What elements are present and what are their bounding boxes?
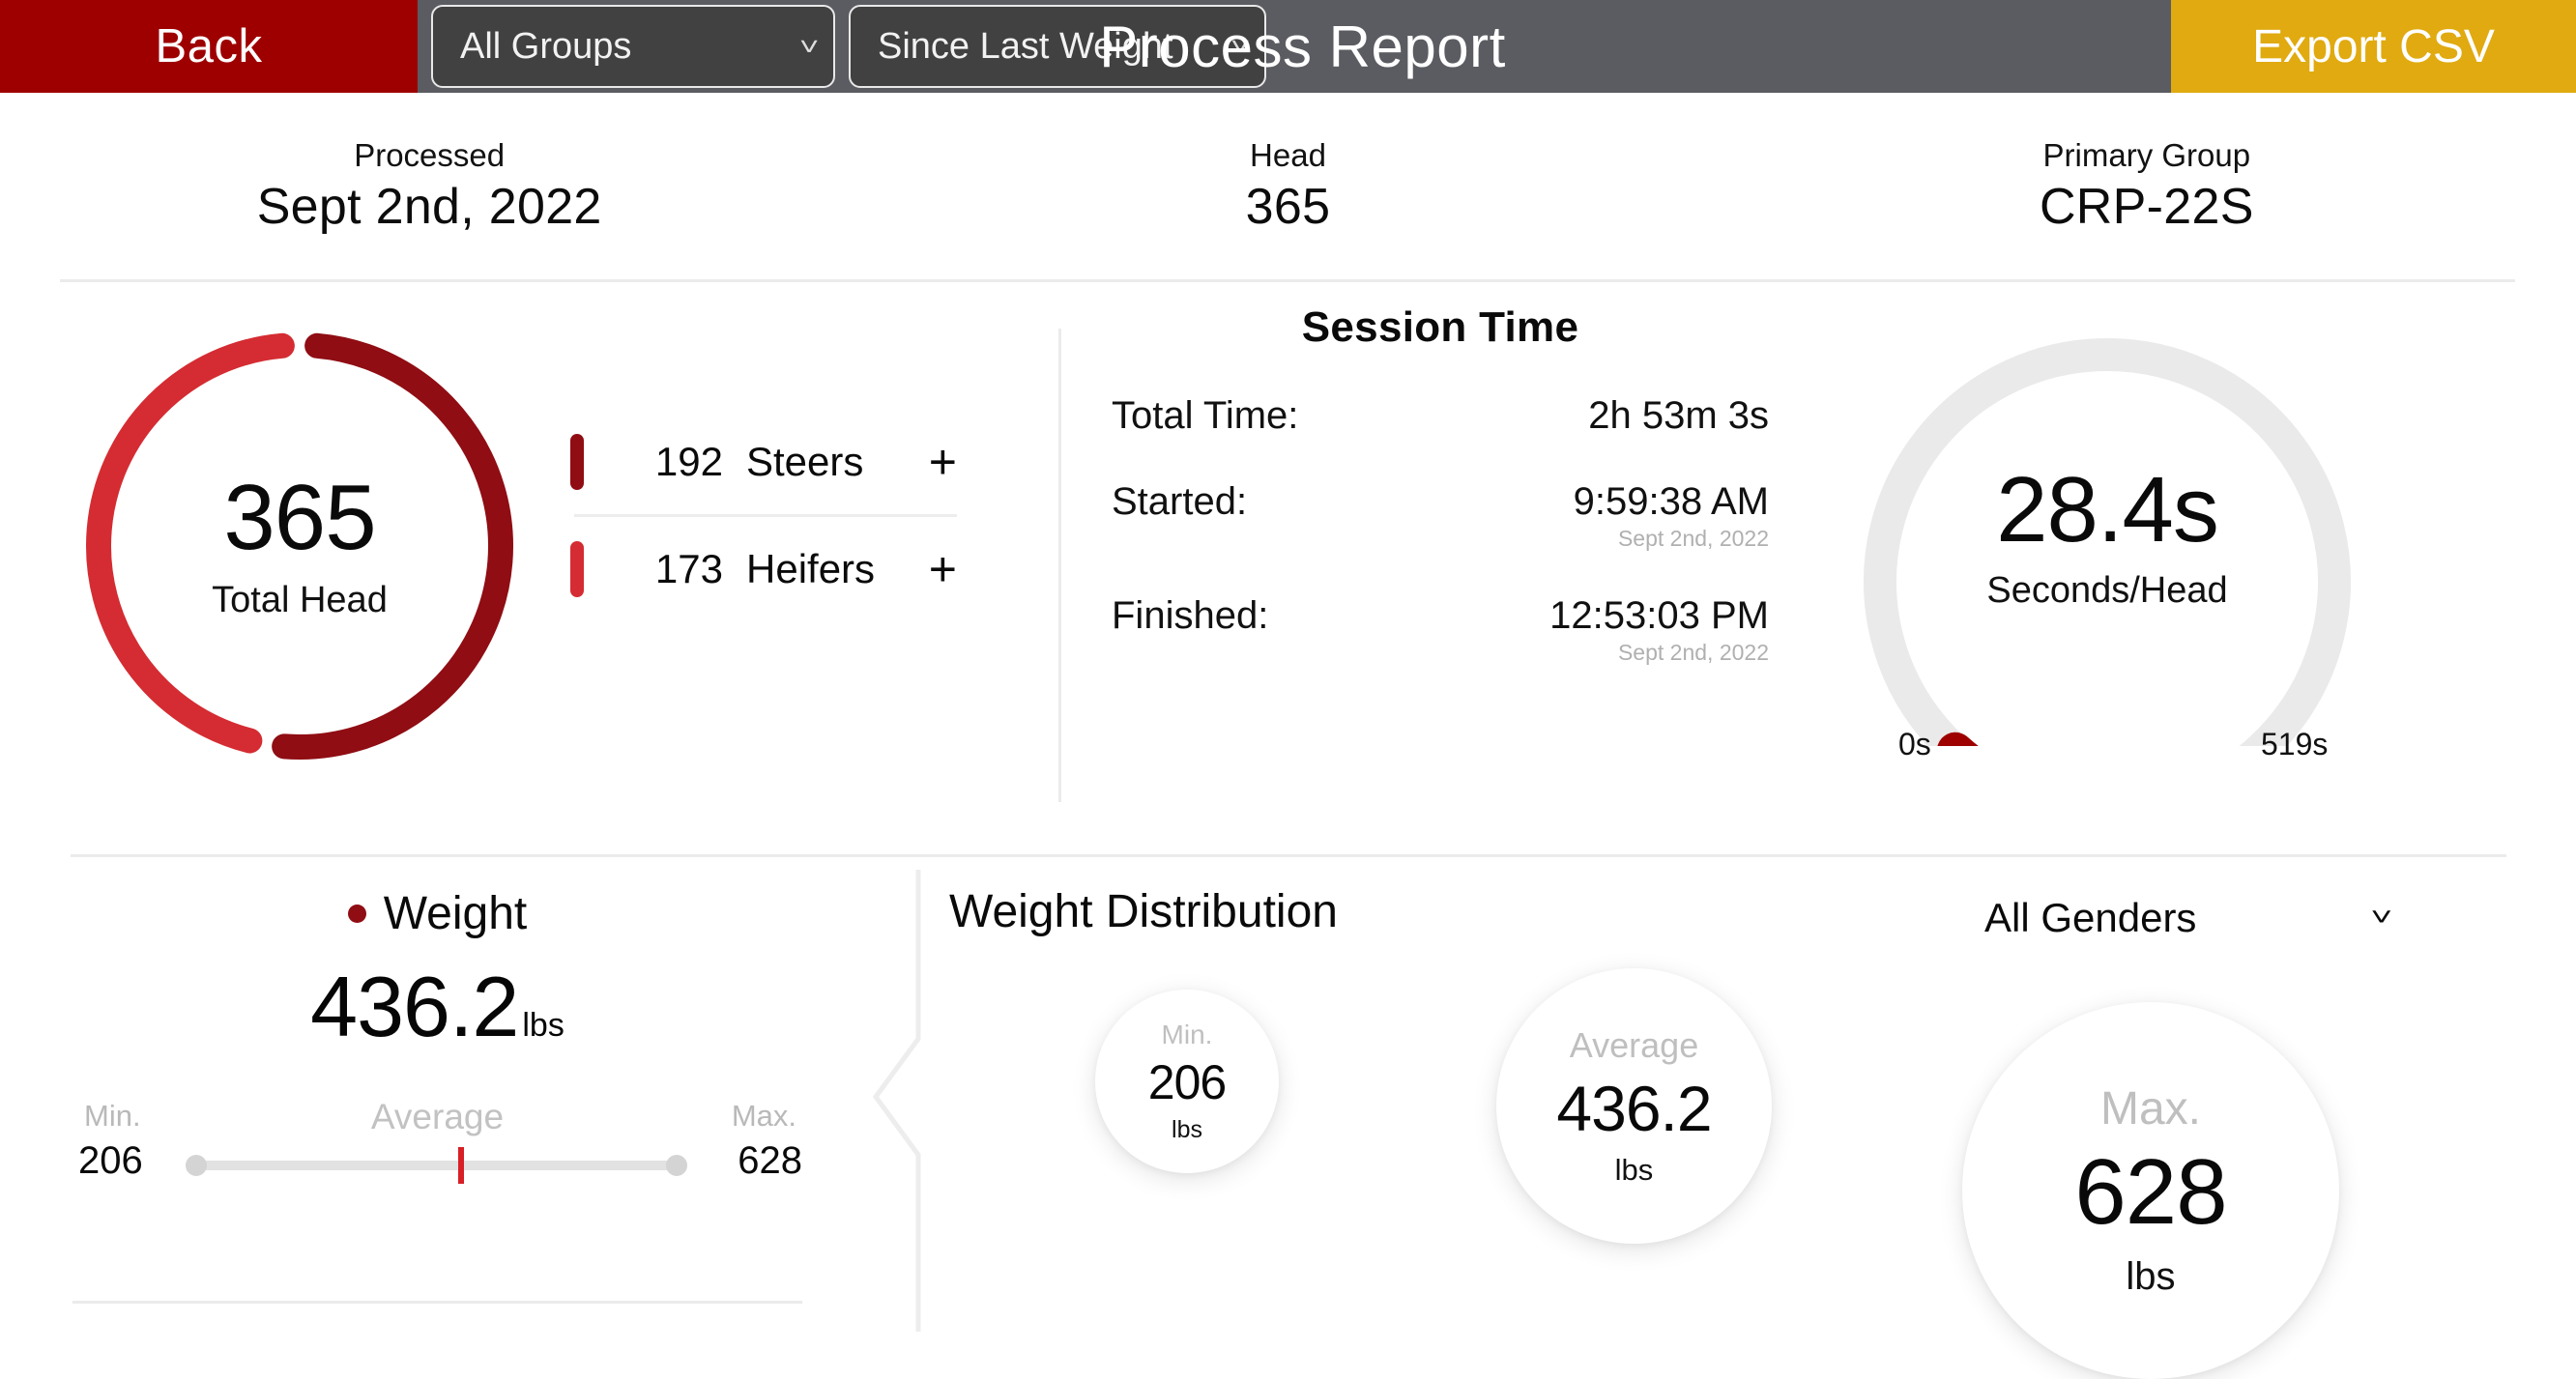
add-steers-icon[interactable]: + xyxy=(929,438,957,486)
session-finished-value-wrap: 12:53:03 PM Sept 2nd, 2022 xyxy=(1549,594,1769,666)
add-heifers-icon[interactable]: + xyxy=(929,545,957,593)
export-csv-button[interactable]: Export CSV xyxy=(2171,0,2576,93)
group-filter-label: All Groups xyxy=(460,25,632,67)
weight-average-unit: lbs xyxy=(522,1007,564,1044)
back-button[interactable]: Back xyxy=(0,0,418,93)
summary-processed: Processed Sept 2nd, 2022 xyxy=(0,93,858,280)
slider-max-value: 628 xyxy=(738,1139,802,1182)
legend-count-heifers: 173 xyxy=(654,546,723,591)
gauge-value-text: 28.4s xyxy=(1996,458,2219,561)
session-started-value-wrap: 9:59:38 AM Sept 2nd, 2022 xyxy=(1574,480,1769,552)
gender-filter-dropdown[interactable]: All Genders ˅ xyxy=(1984,895,2393,941)
legend-name-steers: Steers xyxy=(746,439,864,484)
total-head-donut-chart: 365 Total Head xyxy=(72,319,527,773)
weight-average-value: 436.2 xyxy=(310,959,519,1054)
session-finished-value: 12:53:03 PM xyxy=(1549,594,1769,637)
legend-row-heifers[interactable]: 173 Heifers + xyxy=(570,517,957,621)
chevron-down-icon: ˅ xyxy=(1230,32,1251,61)
chevron-divider-svg xyxy=(872,870,921,1332)
mid-row: 365 Total Head 192 Steers + 173 Heifers … xyxy=(0,282,2576,854)
session-finished-date: Sept 2nd, 2022 xyxy=(1617,640,1769,665)
group-filter-dropdown[interactable]: All Groups ˅ xyxy=(431,5,835,88)
donut-center-text: 365 Total Head xyxy=(72,319,527,773)
legend-swatch-steers xyxy=(570,434,584,490)
summary-group-label: Primary Group xyxy=(2042,137,2251,173)
slider-track[interactable] xyxy=(186,1147,687,1184)
distribution-bubble-min[interactable]: Min. 206 lbs xyxy=(1095,990,1279,1173)
bubble-min-label: Min. xyxy=(1161,1019,1213,1049)
weight-dot-icon xyxy=(347,905,366,923)
session-started-label: Started: xyxy=(1112,480,1248,523)
date-filter-dropdown[interactable]: Since Last Weight ˅ xyxy=(849,5,1266,88)
distribution-bubble-max[interactable]: Max. 628 lbs xyxy=(1962,1002,2339,1379)
gauge-value-label: Seconds/Head xyxy=(1986,570,2228,611)
legend-swatch-heifers xyxy=(570,541,584,597)
weight-range-slider[interactable]: Min. Average Max. 206 628 xyxy=(72,1097,802,1184)
gauge-min-label: 0s xyxy=(1898,727,1931,761)
weight-panel-header: Weight xyxy=(72,887,802,940)
date-filter-label: Since Last Weight xyxy=(878,25,1173,67)
bubble-average-label: Average xyxy=(1569,1024,1699,1065)
session-total-label: Total Time: xyxy=(1112,394,1299,437)
chevron-down-icon: ˅ xyxy=(2370,904,2393,932)
summary-processed-value: Sept 2nd, 2022 xyxy=(256,179,602,235)
bubble-max-unit: lbs xyxy=(2126,1255,2176,1298)
bubble-min-unit: lbs xyxy=(1172,1115,1202,1143)
session-time-panel: Session Time Total Time: 2h 53m 3s Start… xyxy=(1112,303,1769,666)
donut-total-value: 365 xyxy=(223,465,376,569)
slider-max-caption: Max. xyxy=(731,1099,796,1133)
legend-row-steers[interactable]: 192 Steers + xyxy=(570,410,957,514)
session-started-row: Started: 9:59:38 AM Sept 2nd, 2022 xyxy=(1112,480,1769,552)
legend-name-heifers: Heifers xyxy=(746,546,876,591)
summary-processed-label: Processed xyxy=(354,137,506,173)
session-started-value: 9:59:38 AM xyxy=(1573,480,1769,523)
slider-min-value: 206 xyxy=(78,1139,143,1182)
session-total-value-wrap: 2h 53m 3s xyxy=(1588,394,1769,438)
bubble-max-label: Max. xyxy=(2099,1083,2201,1135)
summary-head-value: 365 xyxy=(1245,179,1331,235)
session-finished-label: Finished: xyxy=(1112,594,1269,637)
summary-head: Head 365 xyxy=(858,93,1717,280)
donut-total-label: Total Head xyxy=(212,579,388,620)
chevron-down-icon: ˅ xyxy=(798,32,820,61)
panel-chevron-divider xyxy=(868,870,926,1332)
summary-primary-group: Primary Group CRP-22S xyxy=(1718,93,2576,280)
summary-head-label: Head xyxy=(1250,137,1326,173)
top-toolbar: Back All Groups ˅ Since Last Weight ˅ Pr… xyxy=(0,0,2576,93)
summary-group-value: CRP-22S xyxy=(2039,179,2254,235)
legend-count-steers: 192 xyxy=(654,439,723,484)
weight-panel-title: Weight xyxy=(383,888,528,939)
seconds-per-head-gauge: 28.4s Seconds/Head 0s 519s xyxy=(1817,292,2397,833)
bubble-min-value: 206 xyxy=(1147,1054,1227,1109)
session-total-row: Total Time: 2h 53m 3s xyxy=(1112,394,1769,438)
gender-filter-label: All Genders xyxy=(1984,895,2197,940)
session-finished-row: Finished: 12:53:03 PM Sept 2nd, 2022 xyxy=(1112,594,1769,666)
gender-legend: 192 Steers + 173 Heifers + xyxy=(570,410,957,621)
weight-distribution-title: Weight Distribution xyxy=(949,886,1338,937)
weight-panel: Weight 436.2 lbs Min. Average Max. 206 6… xyxy=(72,856,802,1184)
session-total-value: 2h 53m 3s xyxy=(1588,394,1769,437)
slider-knob-min[interactable] xyxy=(186,1155,207,1176)
slider-average-caption: Average xyxy=(370,1097,505,1136)
session-started-date: Sept 2nd, 2022 xyxy=(1617,526,1769,551)
slider-average-marker xyxy=(458,1147,465,1184)
bubble-average-unit: lbs xyxy=(1614,1152,1654,1187)
session-time-heading: Session Time xyxy=(1301,303,1579,351)
summary-strip: Processed Sept 2nd, 2022 Head 365 Primar… xyxy=(0,93,2576,280)
distribution-bubble-average[interactable]: Average 436.2 lbs xyxy=(1496,968,1772,1244)
bubble-max-value: 628 xyxy=(2074,1140,2227,1244)
gauge-max-label: 519s xyxy=(2261,727,2329,761)
weight-average-row: 436.2 lbs xyxy=(72,958,802,1056)
bubble-average-value: 436.2 xyxy=(1556,1072,1712,1144)
gauge-center-text: 28.4s Seconds/Head xyxy=(1817,464,2397,612)
slider-knob-max[interactable] xyxy=(666,1155,687,1176)
